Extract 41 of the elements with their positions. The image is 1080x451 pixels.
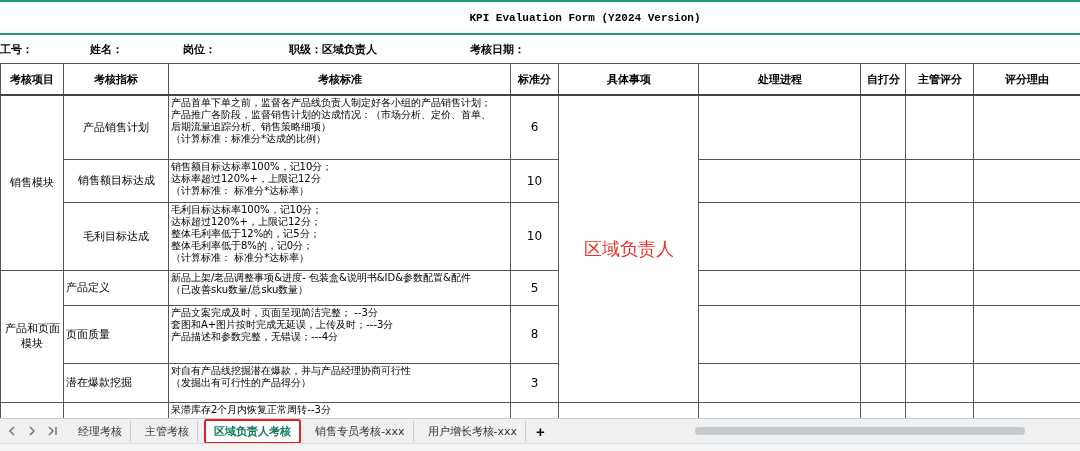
column-header: 自打分 bbox=[860, 63, 906, 95]
previous-sheet-icon[interactable] bbox=[8, 426, 16, 436]
info-field-label: 考核日期： bbox=[470, 42, 525, 57]
sheet-tab[interactable]: 用户增长考核-xxx bbox=[419, 420, 526, 442]
table-cell: 页面质量 bbox=[63, 305, 169, 363]
info-field-label: 岗位： bbox=[183, 42, 216, 57]
table-cell: 对自有产品线挖掘潜在爆款，并与产品经理协商可行性 （发掘出有可行性的产品得分） bbox=[168, 363, 511, 402]
table-cell: 区域负责人 bbox=[558, 95, 699, 402]
sheet-tab[interactable]: 区域负责人考核 bbox=[204, 418, 301, 444]
column-header: 主管评分 bbox=[905, 63, 974, 95]
column-header: 考核项目 bbox=[0, 63, 64, 95]
sheet-tab[interactable]: 经理考核 bbox=[70, 420, 131, 442]
add-sheet-button[interactable]: + bbox=[532, 422, 549, 440]
info-field-label: 姓名： bbox=[90, 42, 123, 57]
table-cell: 产品和页面模块 bbox=[0, 270, 64, 402]
column-header: 考核标准 bbox=[168, 63, 511, 95]
horizontal-scrollbar[interactable] bbox=[694, 427, 1025, 435]
next-sheet-icon[interactable] bbox=[28, 426, 36, 436]
table-cell: 潜在爆款挖掘 bbox=[63, 363, 169, 402]
table-cell: 新品上架/老品调整事项&进度- 包装盒&说明书&ID&参数配置&配件 （已改善sku数量/总sku数量） bbox=[168, 270, 511, 305]
sheet-tab[interactable]: 主管考核 bbox=[137, 420, 198, 442]
column-header: 评分理由 bbox=[973, 63, 1080, 95]
last-sheet-icon[interactable] bbox=[48, 426, 58, 436]
info-field-label: 工号： bbox=[0, 42, 33, 57]
table-cell: 销售额目标达标率100%，记10分； 达标率超过120%+，上限记12分 （计算标准： 标准分*达标率） bbox=[168, 159, 511, 202]
table-cell: 销售额目标达成 bbox=[63, 159, 169, 202]
column-header: 考核指标 bbox=[63, 63, 169, 95]
form-title: KPI Evaluation Form (Y2024 Version) bbox=[469, 11, 701, 24]
table-cell: 毛利目标达标率100%，记10分； 达标超过120%+，上限记12分； 整体毛利率低于12%的，记5分； 整体毛利率低于8%的，记0分； （计算标准： 标准分*达标率） bbox=[168, 202, 511, 270]
column-header: 标准分 bbox=[510, 63, 559, 95]
table-cell: 产品文案完成及时，页面呈现简洁完整； --3分 套图和A+图片按时完成无延误，上传及时；---3分 产品描述和参数完整，无错误；---4分 bbox=[168, 305, 511, 363]
table-cell: 产品首单下单之前，监督各产品线负责人制定好各小组的产品销售计划； 产品推广各阶段，监督销售计划的达成情况：（市场分析、定价、首单、 后期流量追踪分析、销售策略细项） （计算标准：标准分*达成的比例） bbox=[168, 95, 511, 159]
column-header: 处理进程 bbox=[698, 63, 861, 95]
info-field-label: 职级：区域负责人 bbox=[289, 42, 377, 57]
column-header: 具体事项 bbox=[558, 63, 699, 95]
sheet-tab[interactable]: 销售专员考核-xxx bbox=[307, 420, 414, 442]
table-cell: 毛利目标达成 bbox=[63, 202, 169, 270]
table-cell: 6 bbox=[510, 95, 559, 159]
table-cell: 产品销售计划 bbox=[63, 95, 169, 159]
table-cell: 销售模块 bbox=[0, 95, 64, 270]
table-cell: 产品定义 bbox=[63, 270, 169, 305]
